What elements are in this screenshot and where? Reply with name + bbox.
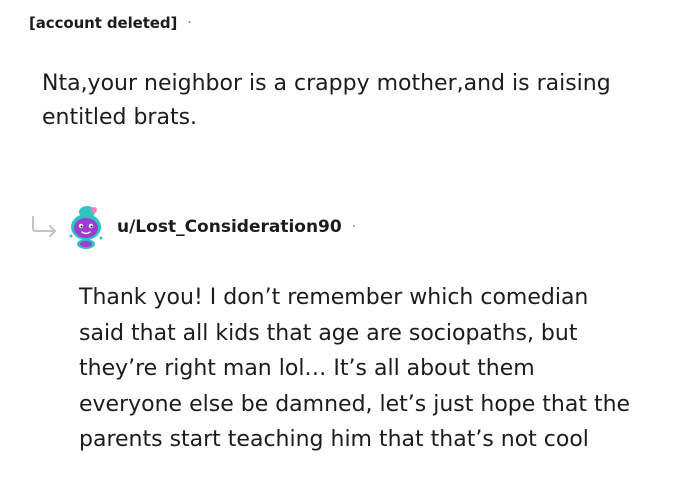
snoo-avatar-icon[interactable] <box>66 204 106 250</box>
reply-text-line: said that all kids that age are sociopat… <box>79 320 578 346</box>
reply-text-line: they’re right man lol… It’s all about th… <box>79 356 535 381</box>
meta-separator: · <box>187 15 192 31</box>
reply-text-line: Thank you! I don’t remember which comedi… <box>79 285 589 310</box>
comment-thread: [account deleted] · Nta,your neighbor is… <box>0 0 700 502</box>
reply-arrow-icon <box>32 216 56 237</box>
reply-author[interactable]: u/Lost_Consideration90 <box>117 217 342 237</box>
reply-text-line: parents start teaching him that that’s n… <box>79 427 589 452</box>
comment-text-line: entitled brats. <box>42 105 198 130</box>
reply-body: Thank you! I don’t remember which comedi… <box>79 280 684 458</box>
comment-author[interactable]: [account deleted] <box>29 14 177 32</box>
comment-header: [account deleted] · <box>29 12 192 34</box>
reply-header: u/Lost_Consideration90 · <box>117 215 356 239</box>
meta-separator: · <box>351 219 357 235</box>
reply-text-line: everyone else be damned, let’s just hope… <box>79 391 631 417</box>
comment-body: Nta,your neighbor is a crappy mother,and… <box>42 67 682 135</box>
comment-text-line: Nta,your neighbor is a crappy mother,and… <box>42 71 611 96</box>
